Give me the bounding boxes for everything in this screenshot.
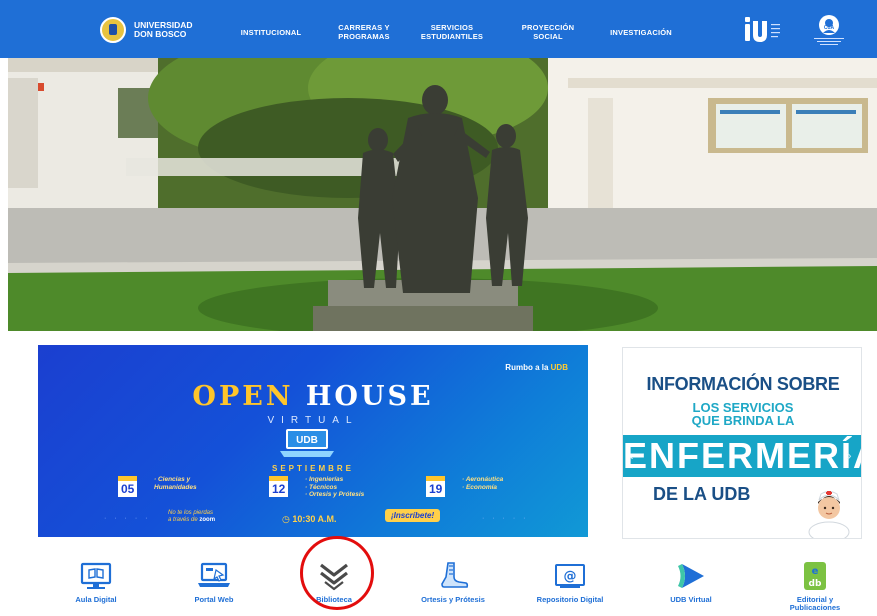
laptop-cursor-icon: [198, 562, 230, 587]
svg-text:@: @: [564, 569, 577, 584]
university-crest-icon: [100, 17, 126, 43]
quick-link-label: Editorial y Publicaciones: [789, 595, 841, 612]
clock-icon: ◷: [282, 514, 290, 524]
quick-link-label: UDB Virtual: [670, 595, 712, 604]
quick-link-label: Portal Web: [194, 595, 234, 604]
quick-link-label: Repositorio Digital: [536, 595, 604, 604]
nav-institucional[interactable]: INSTITUCIONAL: [232, 28, 310, 38]
u-institutional-logo-icon[interactable]: [742, 15, 782, 45]
decorative-dots: · · · · ·: [482, 515, 529, 522]
zoom-note: No te los pierdas a través de zoom: [168, 510, 215, 524]
open-house-banner[interactable]: Rumbo a la UDB OPEN HOUSE VIRTUAL UDB SE…: [38, 345, 588, 537]
play-arrow-icon: [678, 564, 704, 588]
enfermeria-line4: DE LA UDB: [653, 484, 751, 504]
svg-text:CdA: CdA: [824, 25, 835, 31]
topic-line: · Ciencias y: [154, 476, 191, 483]
highlight-circle-annotation: [300, 536, 374, 610]
enfermeria-line2: LOS SERVICIOS QUE BRINDA LA: [623, 401, 861, 428]
decorative-dots: · · · · ·: [104, 515, 151, 522]
campus-statue-illustration: [8, 58, 877, 331]
date-19: 19 · Aeronáutica · Economía: [426, 476, 503, 498]
date-topics: · Aeronáutica · Economía: [462, 476, 503, 491]
enfermeria-line2b: QUE BRINDA LA: [691, 413, 795, 428]
university-logo-link[interactable]: UNIVERSIDAD DON BOSCO: [100, 17, 204, 43]
month-label: SEPTIEMBRE: [271, 464, 354, 473]
zoom-brand: zoom: [199, 517, 216, 523]
quick-link-aula-digital[interactable]: Aula Digital: [56, 561, 136, 604]
svg-text:e: e: [812, 566, 819, 577]
enfermeria-info-banner[interactable]: INFORMACIÓN SOBRE LOS SERVICIOS QUE BRIN…: [622, 347, 862, 539]
title-word-open: OPEN: [192, 381, 294, 412]
udb-screen-text: UDB: [296, 435, 318, 446]
monitor-book-icon: [80, 562, 112, 589]
date-number: 19: [426, 476, 446, 497]
eudb-logo-icon: e db: [804, 562, 826, 590]
inscribete-button[interactable]: ¡Inscríbete!: [385, 509, 441, 522]
quick-link-label: Ortesis y Prótesis: [421, 595, 485, 604]
event-time: ◷ 10:30 A.M.: [282, 514, 337, 525]
topic-line: · Ortesis y Prótesis: [305, 491, 365, 498]
topic-line: · Economía: [462, 483, 498, 491]
topic-line: · Técnicos: [305, 483, 338, 491]
rumbo-highlight: UDB: [550, 363, 568, 372]
topic-line: · Aeronáutica: [462, 476, 504, 483]
date-number: 12: [269, 476, 289, 497]
brand-name: UNIVERSIDAD DON BOSCO: [134, 20, 193, 39]
topic-line: Humanidades: [154, 483, 197, 491]
quick-link-repositorio-digital[interactable]: @ Repositorio Digital: [530, 561, 610, 604]
quick-link-ortesis-protesis[interactable]: Ortesis y Prótesis: [413, 561, 493, 604]
title-word-house: HOUSE: [305, 381, 434, 412]
open-house-title: OPEN HOUSE: [38, 381, 588, 412]
top-navigation-bar: UNIVERSIDAD DON BOSCO INSTITUCIONAL CARR…: [0, 0, 877, 58]
quick-link-udb-virtual[interactable]: UDB Virtual: [651, 561, 731, 604]
at-folder-icon: @: [555, 564, 585, 588]
chevron-right-icon: ›: [847, 447, 852, 463]
quick-link-portal-web[interactable]: Portal Web: [174, 561, 254, 604]
rumbo-text: Rumbo a la: [505, 363, 549, 372]
svg-text:db: db: [809, 579, 822, 589]
date-05: 05 · Ciencias y Humanidades: [118, 476, 197, 498]
topic-line: · Ingenierías: [305, 476, 344, 483]
nav-servicios-estudiantiles[interactable]: SERVICIOS ESTUDIANTILES: [412, 23, 492, 41]
enfermeria-title: ENFERMERÍA: [623, 435, 862, 476]
quick-link-label: Aula Digital: [75, 595, 117, 604]
enfermeria-line1: INFORMACIÓN SOBRE: [646, 374, 840, 394]
zoom-note-line1: No te los pierdas: [168, 510, 214, 516]
nurse-icon: [808, 491, 850, 538]
hero-campus-photo: [8, 58, 877, 331]
event-time-text: 10:30 A.M.: [292, 514, 337, 524]
date-topics: · Ingenierías · Técnicos · Ortesis y Pró…: [305, 476, 364, 499]
zoom-note-line2: a través de: [168, 517, 198, 523]
foot-prosthesis-icon: [441, 562, 469, 588]
quick-link-editorial-publicaciones[interactable]: e db Editorial y Publicaciones: [775, 561, 855, 612]
cda-accreditation-logo-icon[interactable]: CdA: [808, 12, 852, 48]
date-topics: · Ciencias y Humanidades: [154, 476, 197, 491]
nav-investigacion[interactable]: INVESTIGACIÓN: [598, 28, 684, 38]
virtual-subtitle: VIRTUAL: [267, 415, 359, 426]
date-12: 12 · Ingenierías · Técnicos · Ortesis y …: [269, 476, 364, 498]
nav-carreras-programas[interactable]: CARRERAS Y PROGRAMAS: [330, 23, 398, 41]
udb-laptop-icon: UDB: [280, 429, 334, 457]
date-number: 05: [118, 476, 138, 497]
rumbo-a-la-udb-tagline: Rumbo a la UDB: [505, 363, 568, 372]
nav-proyeccion-social[interactable]: PROYECCIÓN SOCIAL: [515, 23, 581, 41]
